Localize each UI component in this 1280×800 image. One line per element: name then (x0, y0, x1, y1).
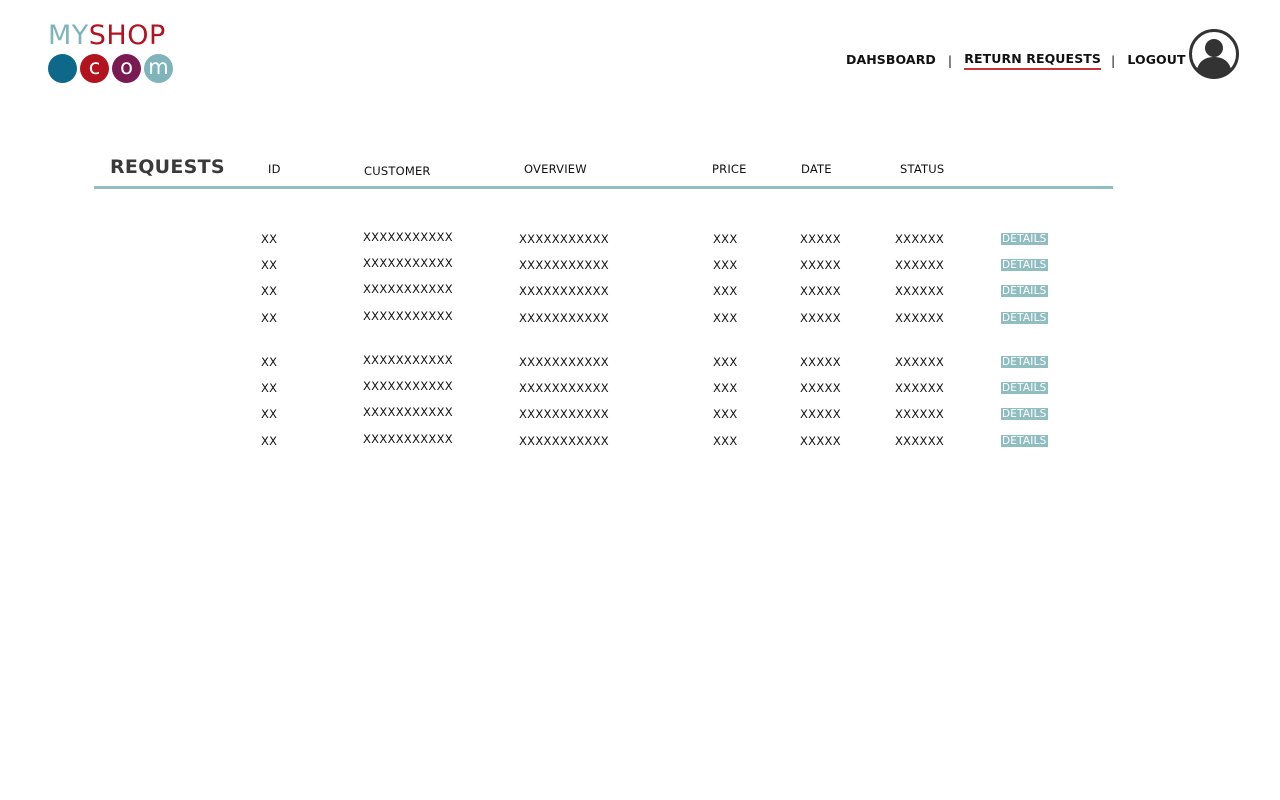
logo-dot-m: m (144, 54, 173, 83)
table-row: XX XXXXXXXXXXX XXXXXXXXXXX XXX XXXXX XXX… (0, 405, 1280, 427)
table-row: XX XXXXXXXXXXX XXXXXXXXXXX XXX XXXXX XXX… (0, 282, 1280, 304)
logo-dot-c: c (80, 54, 109, 83)
details-button[interactable]: DETAILS (1001, 382, 1048, 394)
cell-overview: XXXXXXXXXXX (519, 434, 609, 448)
nav-separator: | (1111, 53, 1116, 68)
logo-dot (48, 54, 77, 83)
cell-price: XXX (713, 311, 738, 325)
column-header-status: STATUS (900, 162, 945, 176)
cell-id: XX (261, 407, 278, 421)
cell-date: XXXXX (800, 434, 841, 448)
logo-dots: c o m (48, 54, 188, 83)
cell-id: XX (261, 284, 278, 298)
cell-date: XXXXX (800, 232, 841, 246)
cell-overview: XXXXXXXXXXX (519, 258, 609, 272)
logo-dot-o: o (112, 54, 141, 83)
cell-date: XXXXX (800, 311, 841, 325)
logo-word-shop: SHOP (88, 20, 166, 51)
cell-status: XXXXXX (895, 284, 945, 298)
cell-customer: XXXXXXXXXXX (363, 282, 453, 296)
cell-id: XX (261, 434, 278, 448)
cell-date: XXXXX (800, 355, 841, 369)
table-row: XX XXXXXXXXXXX XXXXXXXXXXX XXX XXXXX XXX… (0, 230, 1280, 252)
column-header-customer: CUSTOMER (364, 164, 431, 178)
cell-date: XXXXX (800, 284, 841, 298)
cell-overview: XXXXXXXXXXX (519, 232, 609, 246)
cell-price: XXX (713, 381, 738, 395)
details-button[interactable]: DETAILS (1001, 408, 1048, 420)
cell-customer: XXXXXXXXXXX (363, 256, 453, 270)
column-header-id: ID (268, 162, 281, 176)
nav-separator: | (947, 53, 953, 68)
table-row: XX XXXXXXXXXXX XXXXXXXXXXX XXX XXXXX XXX… (0, 256, 1280, 278)
nav-return-requests-link[interactable]: RETURN REQUESTS (964, 51, 1102, 70)
column-header-overview: OVERVIEW (524, 162, 587, 176)
cell-status: XXXXXX (895, 407, 945, 421)
cell-customer: XXXXXXXXXXX (363, 379, 453, 393)
cell-status: XXXXXX (895, 434, 945, 448)
details-button[interactable]: DETAILS (1001, 312, 1048, 324)
cell-price: XXX (713, 407, 738, 421)
cell-price: XXX (713, 258, 738, 272)
cell-customer: XXXXXXXXXXX (363, 309, 453, 323)
cell-overview: XXXXXXXXXXX (519, 407, 609, 421)
page: MYSHOP c o m DAHSBOARD | RETURN REQUESTS… (0, 0, 1280, 800)
cell-price: XXX (713, 434, 738, 448)
cell-price: XXX (713, 355, 738, 369)
column-header-price: PRICE (712, 162, 747, 176)
cell-date: XXXXX (800, 258, 841, 272)
cell-status: XXXXXX (895, 381, 945, 395)
cell-customer: XXXXXXXXXXX (363, 230, 453, 244)
column-header-date: DATE (801, 162, 832, 176)
details-button[interactable]: DETAILS (1001, 435, 1048, 447)
requests-title: REQUESTS (110, 156, 225, 178)
nav-dashboard-link[interactable]: DAHSBOARD (846, 52, 936, 69)
myshop-logo[interactable]: MYSHOP c o m (48, 22, 188, 83)
top-nav: DAHSBOARD | RETURN REQUESTS | LOGOUT (846, 51, 1186, 70)
cell-overview: XXXXXXXXXXX (519, 311, 609, 325)
cell-date: XXXXX (800, 407, 841, 421)
details-button[interactable]: DETAILS (1001, 285, 1048, 297)
table-row: XX XXXXXXXXXXX XXXXXXXXXXX XXX XXXXX XXX… (0, 353, 1280, 375)
cell-status: XXXXXX (895, 232, 945, 246)
cell-customer: XXXXXXXXXXX (363, 405, 453, 419)
cell-id: XX (261, 232, 278, 246)
cell-id: XX (261, 355, 278, 369)
nav-logout-link[interactable]: LOGOUT (1127, 52, 1185, 69)
cell-id: XX (261, 381, 278, 395)
table-row: XX XXXXXXXXXXX XXXXXXXXXXX XXX XXXXX XXX… (0, 432, 1280, 454)
cell-id: XX (261, 311, 278, 325)
cell-status: XXXXXX (895, 355, 945, 369)
cell-status: XXXXXX (895, 311, 945, 325)
cell-overview: XXXXXXXXXXX (519, 381, 609, 395)
cell-id: XX (261, 258, 278, 272)
table-row: XX XXXXXXXXXXX XXXXXXXXXXX XXX XXXXX XXX… (0, 379, 1280, 401)
cell-price: XXX (713, 232, 738, 246)
logo-word-my: MY (48, 20, 89, 51)
details-button[interactable]: DETAILS (1001, 259, 1048, 271)
cell-status: XXXXXX (895, 258, 945, 272)
logo-wordmark: MYSHOP (48, 22, 188, 50)
cell-overview: XXXXXXXXXXX (519, 355, 609, 369)
table-row: XX XXXXXXXXXXX XXXXXXXXXXX XXX XXXXX XXX… (0, 309, 1280, 331)
cell-date: XXXXX (800, 381, 841, 395)
details-button[interactable]: DETAILS (1001, 356, 1048, 368)
cell-customer: XXXXXXXXXXX (363, 353, 453, 367)
cell-overview: XXXXXXXXXXX (519, 284, 609, 298)
user-avatar-icon[interactable] (1189, 29, 1239, 79)
table-header: REQUESTS ID CUSTOMER OVERVIEW PRICE DATE… (94, 154, 1113, 189)
cell-customer: XXXXXXXXXXX (363, 432, 453, 446)
details-button[interactable]: DETAILS (1001, 233, 1048, 245)
cell-price: XXX (713, 284, 738, 298)
